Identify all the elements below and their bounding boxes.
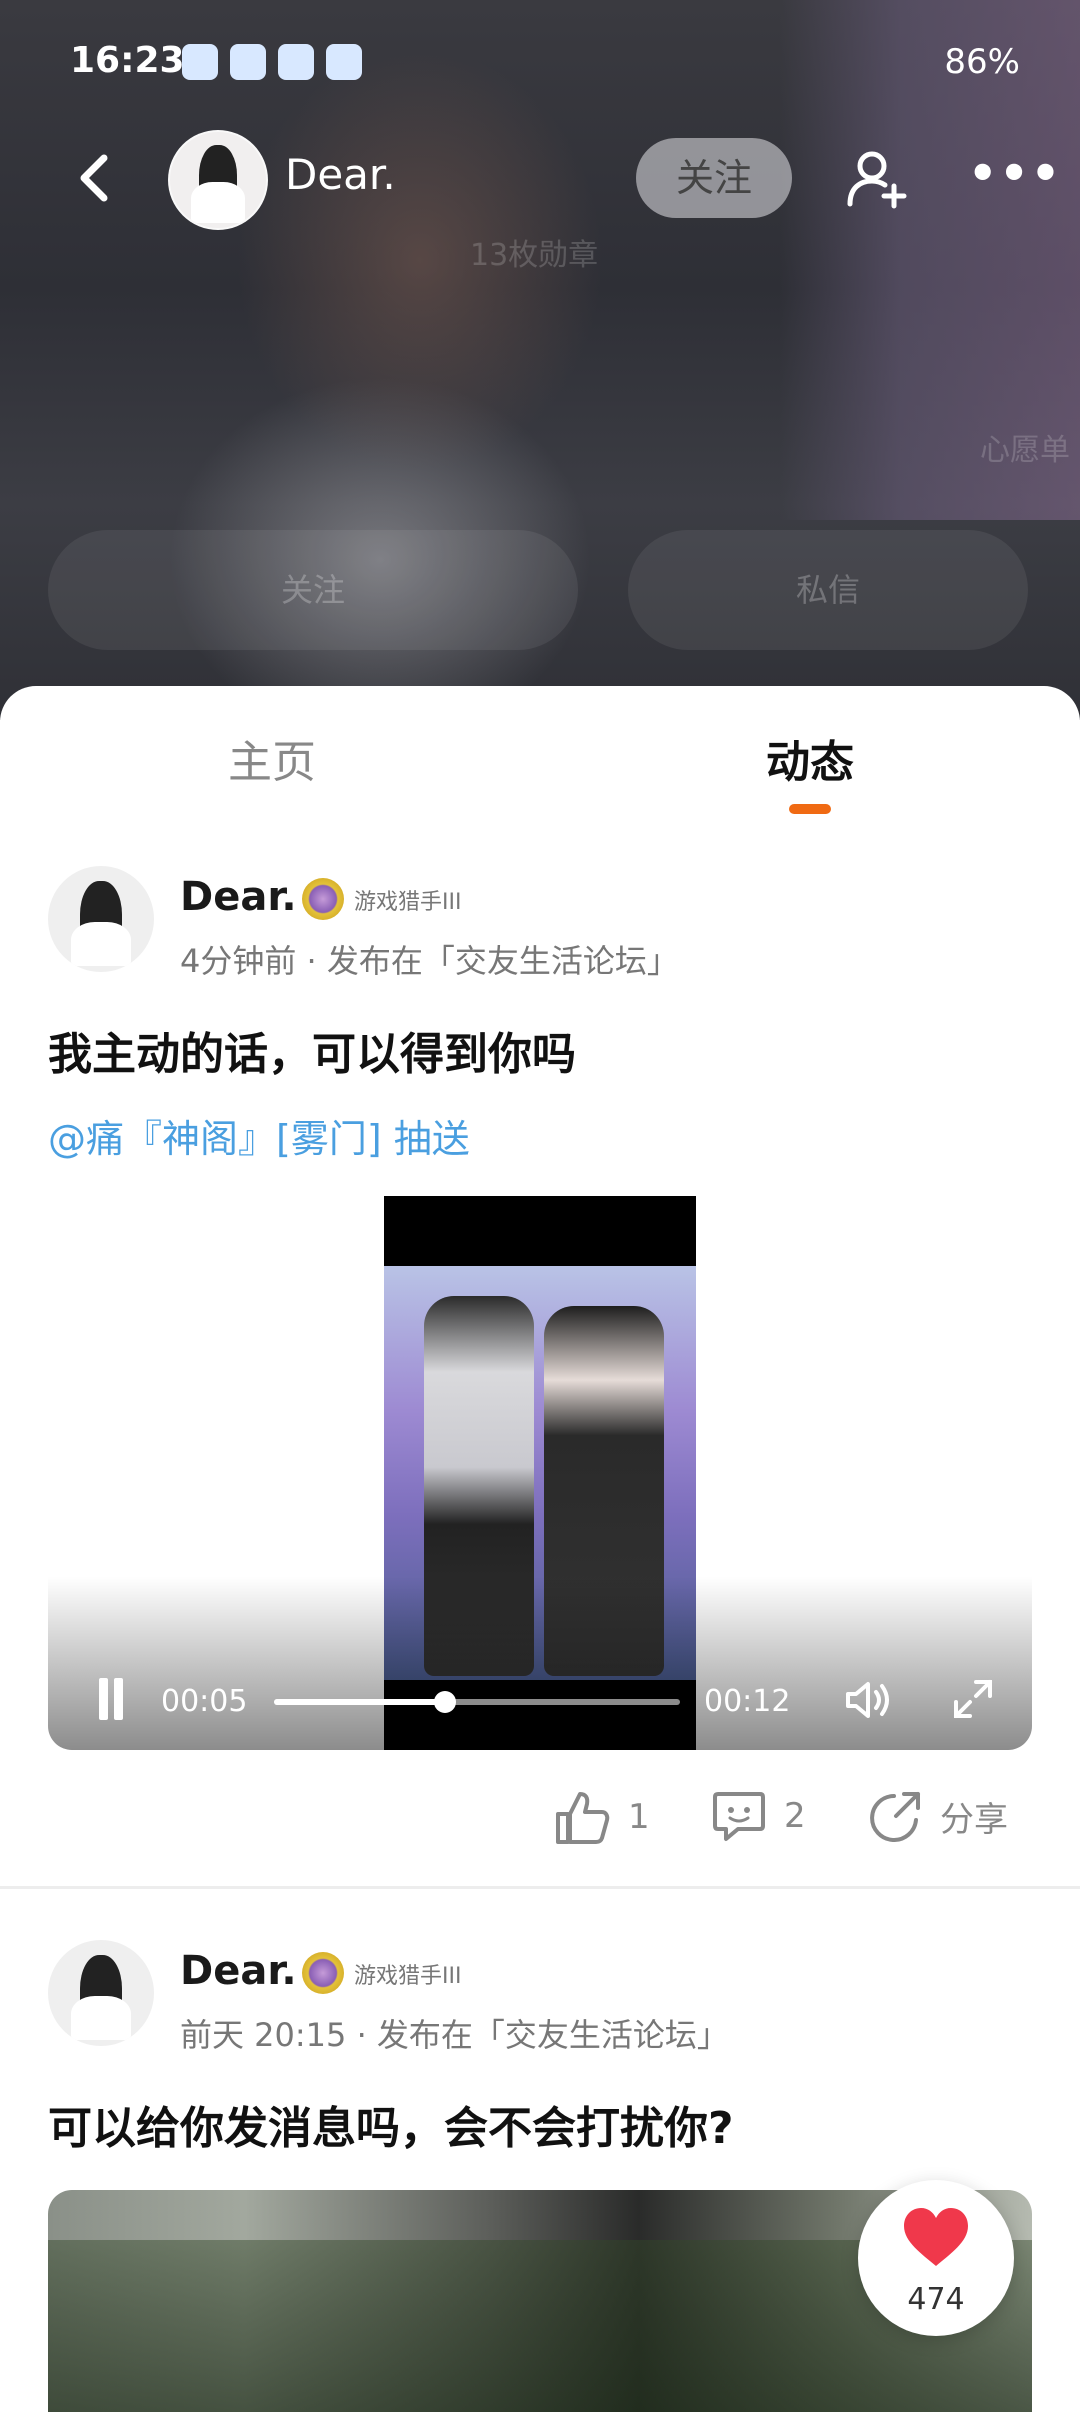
fullscreen-icon[interactable]: [952, 1678, 994, 1720]
like-count: 1: [628, 1797, 650, 1837]
video-player[interactable]: 00:05 00:12: [48, 1196, 1032, 1750]
heart-icon: [904, 2208, 968, 2266]
share-label: 分享: [940, 1799, 1008, 1840]
more-dots-icon[interactable]: •••: [968, 146, 1062, 200]
video-progress-bar[interactable]: [274, 1691, 680, 1713]
video-current-time: 00:05: [161, 1684, 248, 1719]
floating-like-button[interactable]: 474: [858, 2180, 1014, 2336]
background-action-buttons: 关注 私信: [48, 530, 1028, 650]
add-user-icon[interactable]: [846, 148, 908, 210]
medals-ghost-text: 13枚勋章: [470, 238, 599, 273]
app-notification-icon: [278, 44, 314, 80]
active-tab-indicator: [789, 804, 831, 814]
post-meta: 前天 20:15 · 发布在「交友生活论坛」: [180, 2016, 729, 2054]
volume-icon[interactable]: [844, 1680, 894, 1720]
status-time: 16:23: [70, 40, 185, 81]
notification-icons: [182, 44, 362, 80]
medal-badge-icon: [302, 1952, 344, 1994]
status-bar: 16:23 86%: [0, 40, 1080, 90]
video-duration: 00:12: [704, 1684, 791, 1719]
comment-count: 2: [784, 1796, 806, 1836]
badge-label: 游戏猎手III: [354, 1964, 462, 1989]
avatar[interactable]: [48, 1940, 154, 2046]
post-author[interactable]: Dear.: [180, 1948, 297, 1994]
post-meta: 4分钟前 · 发布在「交友生活论坛」: [180, 942, 679, 980]
chevron-left-icon[interactable]: [70, 150, 120, 206]
header-username: Dear.: [285, 150, 396, 199]
comment-button[interactable]: 2: [712, 1790, 806, 1842]
like-button[interactable]: 1: [554, 1790, 650, 1844]
avatar[interactable]: [168, 130, 268, 230]
comment-icon: [713, 1792, 765, 1841]
post-actions: 1 2 分享: [0, 1790, 1080, 1850]
video-progress-handle[interactable]: [433, 1691, 456, 1713]
tab-feed[interactable]: 动态: [766, 726, 854, 790]
medal-badge-icon: [302, 878, 344, 920]
battery-level: 86%: [944, 42, 1020, 82]
like-total-count: 474: [907, 2282, 965, 2317]
top-bar: Dear. 关注 •••: [0, 128, 1080, 230]
profile-header-background: 13枚勋章 心愿单 关注 私信: [0, 0, 1080, 720]
background-follow-button: 关注: [48, 530, 578, 650]
post-text: 可以给你发消息吗，会不会打扰你?: [48, 2103, 734, 2154]
post-divider: [0, 1886, 1080, 1889]
pause-icon[interactable]: [96, 1678, 126, 1720]
tab-bar: 主页 动态: [0, 686, 1080, 814]
avatar[interactable]: [48, 866, 154, 972]
thumbs-up-icon: [556, 1792, 610, 1844]
app-notification-icon: [182, 44, 218, 80]
badge-label: 游戏猎手III: [354, 890, 462, 915]
background-message-button: 私信: [628, 530, 1028, 650]
share-icon: [870, 1792, 920, 1842]
post-mention-link[interactable]: @痛『神阁』[雾门] 抽送: [48, 1108, 470, 1163]
post-text: 我主动的话，可以得到你吗: [48, 1029, 576, 1080]
video-progress-fill: [274, 1699, 445, 1705]
app-notification-icon: [326, 44, 362, 80]
post-author[interactable]: Dear.: [180, 874, 297, 920]
tab-home[interactable]: 主页: [228, 726, 316, 790]
app-notification-icon: [230, 44, 266, 80]
wishlist-ghost-text: 心愿单: [980, 433, 1070, 468]
share-button[interactable]: 分享: [868, 1790, 1008, 1842]
follow-button[interactable]: 关注: [636, 138, 792, 218]
